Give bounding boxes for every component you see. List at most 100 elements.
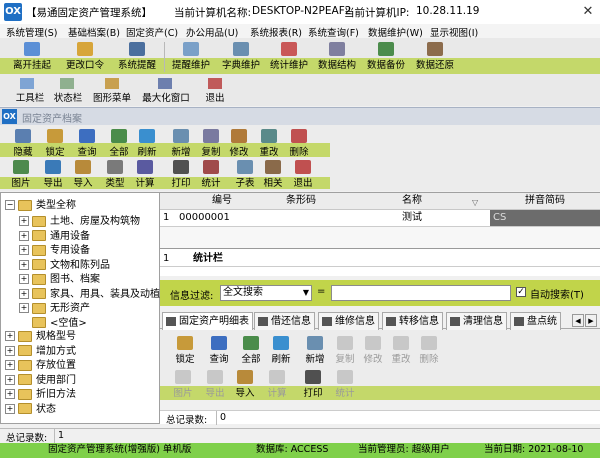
menu-asset[interactable]: 固定资产(C) — [126, 25, 178, 39]
menu-office[interactable]: 办公用品(U) — [186, 25, 238, 39]
stat-button[interactable]: 统计 — [196, 160, 226, 189]
auto-search-checkbox[interactable]: ✓ — [516, 287, 526, 297]
search-button[interactable]: 查询 — [72, 129, 102, 158]
expand-icon[interactable]: + — [19, 288, 29, 299]
reminder-button[interactable]: 系统提醒 — [112, 42, 162, 71]
tree-group-item[interactable]: + 存放位置 — [5, 356, 76, 371]
filter-input[interactable] — [331, 285, 511, 301]
suspend-button[interactable]: 离开挂起 — [6, 42, 58, 71]
exit-button[interactable]: 退出 — [288, 160, 318, 189]
cell-code[interactable]: 00000001 — [176, 210, 271, 226]
sub-lock-button[interactable]: 锁定 — [170, 336, 200, 365]
stat-maint-button[interactable]: 统计维护 — [264, 42, 314, 71]
calc-button[interactable]: 计算 — [130, 160, 160, 189]
backup-button[interactable]: 数据备份 — [361, 42, 411, 71]
tree-category-item[interactable]: + 文物和陈列品 — [19, 256, 110, 271]
tree-group-item[interactable]: + 折旧方法 — [5, 385, 76, 400]
col-header-name[interactable]: 名称 — [334, 193, 491, 210]
sub-stat-button[interactable]: 统计 — [330, 370, 360, 399]
tree-group-item[interactable]: + 规格型号 — [5, 327, 76, 342]
expand-icon[interactable]: + — [19, 216, 29, 226]
sub-calc-button[interactable]: 计算 — [262, 370, 292, 399]
data-structure-button[interactable]: 数据结构 — [312, 42, 362, 71]
related-button[interactable]: 相关 — [258, 160, 288, 189]
toolbar-toggle-button[interactable]: 工具栏 — [12, 90, 48, 104]
copy-button[interactable]: 复制 — [196, 129, 226, 158]
expand-icon[interactable]: + — [19, 259, 29, 270]
col-header-barcode[interactable]: 条形码 — [268, 193, 335, 210]
cell-name[interactable]: 测试 — [334, 210, 490, 226]
tab-clear[interactable]: 清理信息 — [446, 312, 507, 330]
tree-root[interactable]: − 类型全称 — [5, 196, 76, 211]
tree-group-item[interactable]: + 增加方式 — [5, 342, 76, 357]
change-password-button[interactable]: 更改口令 — [60, 42, 110, 71]
expand-icon[interactable]: + — [5, 389, 15, 399]
menu-query[interactable]: 系统查询(F) — [308, 25, 359, 39]
tree-category-item[interactable]: + 通用设备 — [19, 227, 90, 242]
export-button[interactable]: 导出 — [38, 160, 68, 189]
expand-icon[interactable]: + — [5, 345, 15, 356]
add-button[interactable]: 新增 — [166, 129, 196, 158]
cell-barcode[interactable] — [268, 210, 337, 226]
sub-print-button[interactable]: 打印 — [298, 370, 328, 399]
tree-category-item[interactable]: + 家具、用具、装具及动植 — [19, 285, 160, 300]
tree-category-item[interactable]: + 土地、房屋及构筑物 — [19, 212, 140, 227]
sub-export-button[interactable]: 导出 — [200, 370, 230, 399]
col-header-pinyin[interactable]: 拼音简码 — [490, 193, 600, 210]
sub-delete-button[interactable]: 删除 — [414, 336, 444, 365]
expand-icon[interactable]: + — [5, 374, 15, 385]
sub-edit-button[interactable]: 修改 — [358, 336, 388, 365]
reminder-maint-button[interactable]: 提醒维护 — [166, 42, 216, 71]
menu-system[interactable]: 系统管理(S) — [6, 25, 57, 39]
expand-icon[interactable]: + — [5, 403, 15, 414]
menu-report[interactable]: 系统报表(R) — [250, 25, 302, 39]
tree-group-item[interactable]: + 状态 — [5, 400, 56, 415]
tree-category-item[interactable]: + 无形资产 — [19, 299, 90, 314]
filter-icon[interactable]: ▽ — [472, 198, 478, 207]
expand-icon[interactable]: + — [19, 274, 29, 284]
menu-maintain[interactable]: 数据维护(W) — [368, 25, 423, 39]
sub-search-button[interactable]: 查询 — [204, 336, 234, 365]
exit-button[interactable]: 退出 — [200, 90, 230, 104]
close-icon[interactable]: ✕ — [576, 3, 600, 21]
sub-all-button[interactable]: 全部 — [236, 336, 266, 365]
refresh-button[interactable]: 刷新 — [132, 129, 162, 158]
expand-icon[interactable]: + — [19, 303, 29, 313]
expand-icon[interactable]: + — [19, 245, 29, 255]
menu-basic[interactable]: 基础档案(B) — [68, 25, 120, 39]
tab-transfer[interactable]: 转移信息 — [382, 312, 443, 330]
delete-button[interactable]: 删除 — [284, 129, 314, 158]
tree-category-item[interactable]: + 图书、档案 — [19, 270, 100, 285]
sub-image-button[interactable]: 图片 — [168, 370, 198, 399]
edit-button[interactable]: 修改 — [224, 129, 254, 158]
reedit-button[interactable]: 重改 — [254, 129, 284, 158]
image-button[interactable]: 图片 — [6, 160, 36, 189]
cell-pinyin[interactable]: CS — [490, 210, 600, 226]
expand-icon[interactable]: + — [5, 331, 15, 341]
lock-button[interactable]: 锁定 — [40, 129, 70, 158]
tab-inventory[interactable]: 盘点统 — [510, 312, 561, 330]
print-button[interactable]: 打印 — [166, 160, 196, 189]
sub-reedit-button[interactable]: 重改 — [386, 336, 416, 365]
col-header-code[interactable]: 编号 — [176, 193, 269, 210]
subtable-button[interactable]: 子表 — [230, 160, 260, 189]
expand-icon[interactable]: + — [5, 360, 15, 370]
dict-maint-button[interactable]: 字典维护 — [216, 42, 266, 71]
graphic-menu-button[interactable]: 图形菜单 — [88, 90, 136, 104]
tab-scroll-right-icon[interactable]: ▶ — [585, 314, 597, 327]
maximize-button[interactable]: 最大化窗口 — [138, 90, 194, 104]
import-button[interactable]: 导入 — [68, 160, 98, 189]
type-button[interactable]: 类型 — [100, 160, 130, 189]
hide-button[interactable]: 隐藏 — [8, 129, 38, 158]
sub-copy-button[interactable]: 复制 — [330, 336, 360, 365]
tree-group-item[interactable]: + 使用部门 — [5, 371, 76, 386]
expand-icon[interactable]: + — [19, 230, 29, 241]
tab-scroll-left-icon[interactable]: ◀ — [572, 314, 584, 327]
menu-view[interactable]: 显示视图(I) — [430, 25, 478, 39]
tab-detail[interactable]: 固定资产明细表 — [162, 312, 253, 330]
statusbar-toggle-button[interactable]: 状态栏 — [50, 90, 86, 104]
tab-borrow[interactable]: 借还信息 — [254, 312, 315, 330]
sub-add-button[interactable]: 新增 — [300, 336, 330, 365]
collapse-icon[interactable]: − — [5, 200, 15, 210]
sub-import-button[interactable]: 导入 — [230, 370, 260, 399]
